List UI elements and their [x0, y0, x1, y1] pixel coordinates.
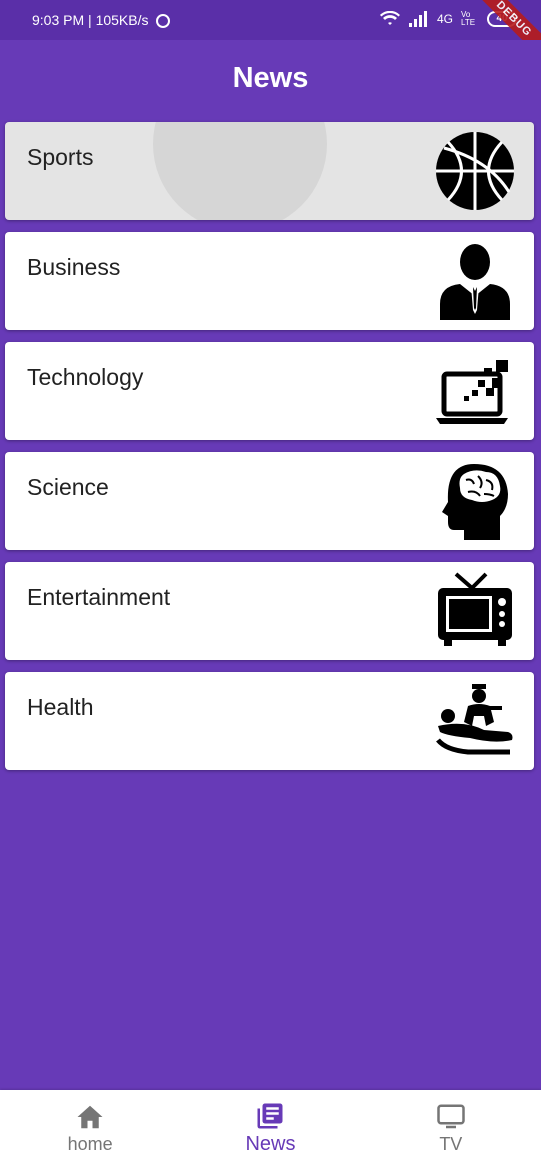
category-card-business[interactable]: Business — [5, 232, 534, 330]
tv-monitor-icon — [437, 1104, 465, 1128]
home-icon — [77, 1105, 103, 1128]
tv-icon — [438, 572, 512, 646]
nav-item-news[interactable]: News — [180, 1090, 360, 1170]
category-label: Health — [27, 694, 94, 720]
nav-item-tv[interactable]: TV — [361, 1090, 541, 1170]
category-label: Technology — [27, 364, 144, 390]
nav-label-home: home — [67, 1133, 113, 1154]
category-card-sports[interactable]: Sports — [5, 122, 534, 220]
basketball-icon — [436, 132, 514, 210]
network-speed: 105KB/s — [95, 12, 149, 28]
alarm-icon — [156, 14, 171, 28]
status-time: 9:03 PM — [32, 12, 85, 28]
ripple-effect — [153, 122, 327, 220]
brain-icon — [442, 464, 508, 540]
bottom-navigation-bar: home News TV — [0, 1090, 541, 1170]
businessman-icon — [440, 244, 510, 320]
page-title: News — [232, 61, 309, 94]
category-label: Entertainment — [27, 584, 171, 610]
category-label: Business — [27, 254, 121, 280]
news-icon — [257, 1103, 283, 1128]
category-card-health[interactable]: Health — [5, 672, 534, 770]
signal-icon — [408, 11, 427, 27]
nav-label-tv: TV — [439, 1133, 463, 1154]
nav-label-news: News — [245, 1132, 296, 1155]
laptop-icon — [436, 360, 508, 424]
medical-care-icon — [436, 684, 513, 755]
category-card-entertainment[interactable]: Entertainment — [5, 562, 534, 660]
category-card-science[interactable]: Science — [5, 452, 534, 550]
category-card-technology[interactable]: Technology — [5, 342, 534, 440]
category-label: Sports — [27, 144, 94, 170]
nav-item-home[interactable]: home — [0, 1090, 180, 1170]
wifi-icon — [379, 11, 400, 25]
status-bar: 9:03 PM | 105KB/s 4G Vo LTE 40 DEBUG — [0, 0, 541, 65]
status-time-group: 9:03 PM | 105KB/s — [32, 12, 171, 28]
app-bar: News — [0, 40, 541, 116]
volte-badge: Vo LTE — [461, 10, 476, 27]
network-type: 4G — [436, 12, 453, 26]
category-label: Science — [27, 474, 109, 500]
